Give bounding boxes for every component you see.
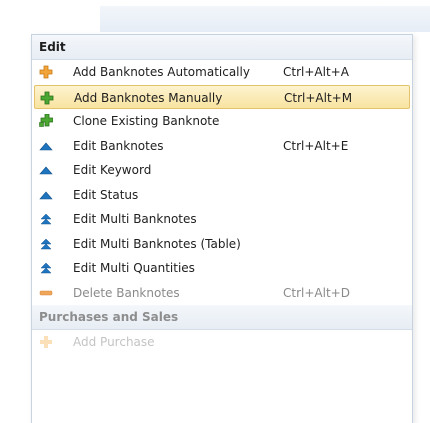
plus-green-icon xyxy=(40,91,54,104)
menu-item-add-banknotes-automatically[interactable]: Add Banknotes Automatically Ctrl+Alt+A xyxy=(32,60,412,85)
edit-multi-icon xyxy=(40,262,52,274)
menu-item-label: Add Purchase xyxy=(73,335,155,349)
menu-item-edit-multi-banknotes-table[interactable]: Edit Multi Banknotes (Table) xyxy=(32,232,412,257)
menu-item-edit-banknotes[interactable]: Edit Banknotes Ctrl+Alt+E xyxy=(32,134,412,159)
menu-item-shortcut: Ctrl+Alt+E xyxy=(283,138,349,153)
edit-dropdown-menu: Edit Add Banknotes Automatically Ctrl+Al… xyxy=(31,34,413,423)
section-header-purchases-and-sales: Purchases and Sales xyxy=(32,305,412,330)
section-header-edit: Edit xyxy=(32,35,412,60)
minus-orange-icon xyxy=(39,290,53,295)
menu-item-edit-keyword[interactable]: Edit Keyword xyxy=(32,158,412,183)
menu-item-label: Add Banknotes Automatically xyxy=(73,65,250,79)
menu-item-label: Clone Existing Banknote xyxy=(73,114,220,128)
menu-item-shortcut: Ctrl+Alt+A xyxy=(283,65,349,79)
menu-item-edit-multi-banknotes[interactable]: Edit Multi Banknotes xyxy=(32,207,412,232)
menu-item-label: Add Banknotes Manually xyxy=(74,90,223,105)
menu-item-label: Edit Multi Banknotes xyxy=(73,212,197,226)
edit-multi-icon xyxy=(40,213,52,225)
plus-orange-icon xyxy=(40,336,52,348)
edit-blue-icon xyxy=(39,166,53,175)
menu-item-label: Edit Keyword xyxy=(73,163,152,177)
plus-orange-icon xyxy=(39,65,53,79)
background-ribbon xyxy=(100,6,430,32)
menu-item-shortcut: Ctrl+Alt+M xyxy=(284,90,353,105)
menu-item-edit-status[interactable]: Edit Status xyxy=(32,183,412,208)
edit-blue-icon xyxy=(39,142,53,150)
edit-blue-icon xyxy=(39,191,53,199)
menu-item-add-banknotes-manually[interactable]: Add Banknotes Manually Ctrl+Alt+M xyxy=(34,84,410,109)
menu-item-shortcut: Ctrl+Alt+D xyxy=(283,285,350,300)
menu-item-edit-multi-quantities[interactable]: Edit Multi Quantities xyxy=(32,256,412,281)
menu-item-label: Delete Banknotes xyxy=(73,285,180,300)
menu-item-label: Edit Banknotes xyxy=(73,138,164,153)
menu-item-delete-banknotes: Delete Banknotes Ctrl+Alt+D xyxy=(32,281,412,306)
edit-multi-icon xyxy=(40,238,52,249)
menu-item-label: Edit Multi Banknotes (Table) xyxy=(73,236,241,251)
menu-item-partial: Add Purchase xyxy=(32,330,412,354)
menu-item-label: Edit Status xyxy=(73,187,139,202)
menu-item-clone-existing-banknote[interactable]: Clone Existing Banknote xyxy=(32,109,412,134)
plus-green-clone-icon xyxy=(39,114,53,127)
menu-item-label: Edit Multi Quantities xyxy=(73,261,195,275)
